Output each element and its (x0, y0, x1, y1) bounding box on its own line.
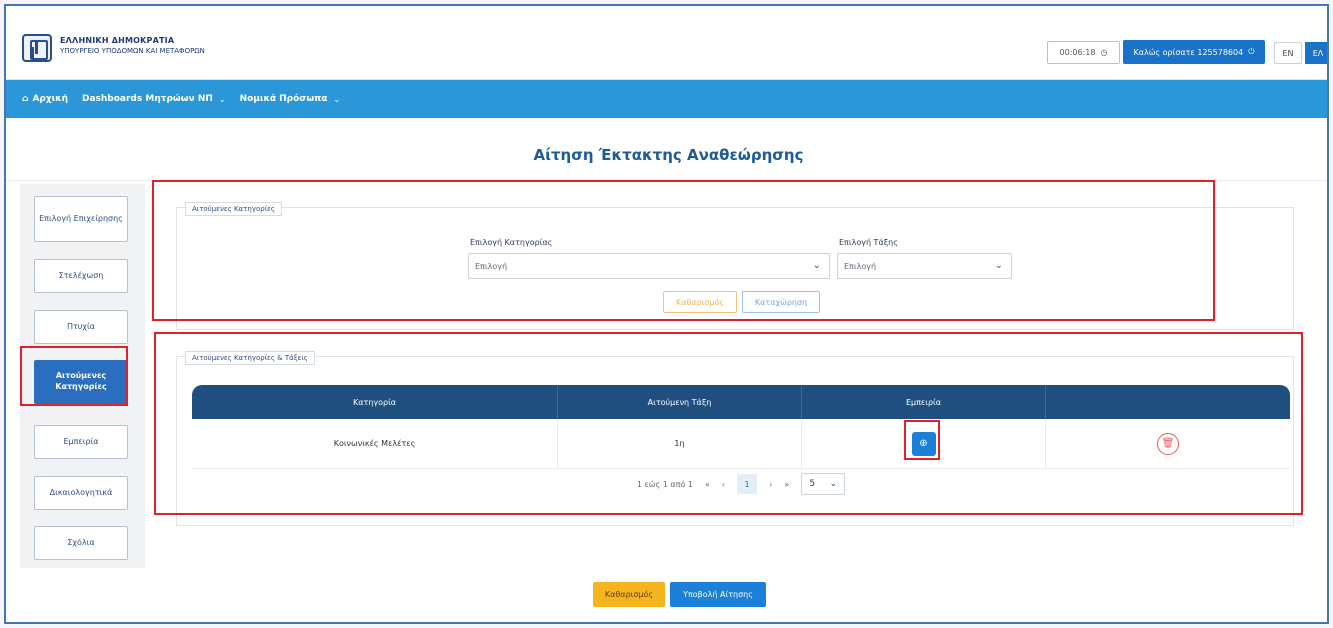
top-bar: ΕΛΛΗΝΙΚΗ ΔΗΜΟΚΡΑΤΙΑ ΥΠΟΥΡΓΕΙΟ ΥΠΟΔΟΜΩΝ Κ… (6, 6, 1327, 80)
welcome-text: Καλώς ορίσατε 125578604 (1133, 47, 1244, 57)
current-page-button[interactable]: 1 (737, 474, 758, 494)
table-header: Κατηγορία Αιτούμενη Τάξη Εμπειρία (192, 385, 1290, 419)
chevron-down-icon: ⌄ (333, 94, 341, 104)
chevron-down-icon: ⌄ (829, 479, 837, 489)
nav-home-label: Αρχική (32, 94, 68, 104)
categories-legend: Αιτούμενες Κατηγορίες (185, 202, 282, 216)
view-experience-button[interactable]: ⊕ (911, 431, 936, 456)
user-menu-button[interactable]: Καλώς ορίσατε 125578604 ⏻ (1123, 40, 1265, 64)
logout-icon: ⏻ (1248, 47, 1255, 56)
chevron-down-icon: ⌄ (994, 260, 1003, 271)
clock-icon: ◷ (1100, 48, 1108, 57)
next-page-button[interactable]: › (769, 480, 772, 489)
nav-legal-entities[interactable]: Νομικά Πρόσωπα ⌄ (240, 94, 341, 104)
nav-legal-entities-label: Νομικά Πρόσωπα (239, 94, 328, 104)
class-select-value: Επιλογή (844, 261, 877, 271)
sidebar-item-comments[interactable]: Σχόλια (34, 526, 128, 560)
clear-button[interactable]: Καθαρισμός (593, 582, 665, 607)
lang-en-button[interactable]: EN (1274, 42, 1302, 64)
category-select-value: Επιλογή (475, 261, 508, 271)
first-page-button[interactable]: « (705, 480, 710, 489)
pagination: 1 εώς 1 από 1 « ‹ 1 › » 5 ⌄ (192, 469, 1290, 499)
app-window: ΕΛΛΗΝΙΚΗ ΔΗΜΟΚΡΑΤΙΑ ΥΠΟΥΡΓΕΙΟ ΥΠΟΔΟΜΩΝ Κ… (4, 4, 1329, 624)
session-timer: 00:06:18 ◷ (1047, 41, 1120, 64)
class-select[interactable]: Επιλογή ⌄ (837, 253, 1012, 279)
col-class[interactable]: Αιτούμενη Τάξη (558, 385, 802, 419)
timer-value: 00:06:18 (1059, 48, 1096, 57)
cell-class: 1η (558, 419, 802, 468)
categories-classes-legend: Αιτούμενες Κατηγορίες & Τάξεις (185, 351, 315, 365)
category-select[interactable]: Επιλογή ⌄ (468, 253, 830, 279)
delete-row-button[interactable]: 🗑 (1157, 432, 1179, 455)
cell-category: Κοινωνικές Μελέτες (192, 419, 558, 468)
sidebar-item-degrees[interactable]: Πτυχία (34, 310, 128, 344)
nav-dashboards[interactable]: Dashboards Μητρώων ΝΠ ⌄ (82, 94, 226, 104)
trash-icon: 🗑 (1161, 438, 1175, 449)
home-icon: ⌂ (22, 94, 29, 104)
government-logo-icon (22, 34, 52, 62)
sidebar-item-documents[interactable]: Δικαιολογητικά (34, 476, 128, 510)
nav-dashboards-label: Dashboards Μητρώων ΝΠ (81, 94, 213, 104)
prev-page-button[interactable]: ‹ (722, 480, 725, 489)
divider (6, 180, 1327, 181)
pagination-summary: 1 εώς 1 από 1 (636, 479, 693, 489)
table-row: Κοινωνικές Μελέτες 1η ⊕ 🗑 (192, 419, 1290, 469)
gov-title: ΕΛΛΗΝΙΚΗ ΔΗΜΟΚΡΑΤΙΑ (60, 36, 175, 45)
zoom-icon: ⊕ (919, 438, 928, 449)
gov-subtitle: ΥΠΟΥΡΓΕΙΟ ΥΠΟΔΟΜΩΝ ΚΑΙ ΜΕΤΑΦΟΡΩΝ (60, 47, 205, 55)
categories-register-button[interactable]: Καταχώρηση (742, 291, 820, 313)
class-label: Επιλογή Τάξης (839, 238, 898, 247)
last-page-button[interactable]: » (784, 480, 789, 489)
page-size-select[interactable]: 5 ⌄ (801, 473, 846, 495)
cell-experience: ⊕ (802, 419, 1046, 468)
chevron-down-icon: ⌄ (218, 94, 226, 104)
page-size-value: 5 (809, 479, 816, 489)
nav-home[interactable]: ⌂ Αρχική (22, 94, 68, 104)
sidebar-item-business-selection[interactable]: Επιλογή Επιχείρησης (34, 196, 128, 242)
main-nav: ⌂ Αρχική Dashboards Μητρώων ΝΠ ⌄ Νομικά … (6, 80, 1327, 118)
chevron-down-icon: ⌄ (812, 260, 821, 271)
col-experience[interactable]: Εμπειρία (802, 385, 1046, 419)
category-label: Επιλογή Κατηγορίας (470, 238, 553, 247)
page-title: Αίτηση Έκτακτης Αναθεώρησης (533, 146, 804, 164)
sidebar-item-requested-categories[interactable]: Αιτούμενες Κατηγορίες (34, 360, 128, 404)
lang-el-button[interactable]: ΕΛ (1305, 42, 1327, 64)
submit-application-button[interactable]: Υποβολή Αίτησης (670, 582, 766, 607)
cell-actions: 🗑 (1046, 419, 1290, 468)
sidebar-item-experience[interactable]: Εμπειρία (34, 425, 128, 459)
col-category[interactable]: Κατηγορία (192, 385, 558, 419)
categories-table: Κατηγορία Αιτούμενη Τάξη Εμπειρία Κοινων… (192, 385, 1290, 499)
sidebar-item-staffing[interactable]: Στελέχωση (34, 259, 128, 293)
categories-clear-button[interactable]: Καθαρισμός (663, 291, 737, 313)
sidebar: Επιλογή Επιχείρησης Στελέχωση Πτυχία Αιτ… (20, 184, 145, 568)
col-actions (1046, 385, 1290, 419)
